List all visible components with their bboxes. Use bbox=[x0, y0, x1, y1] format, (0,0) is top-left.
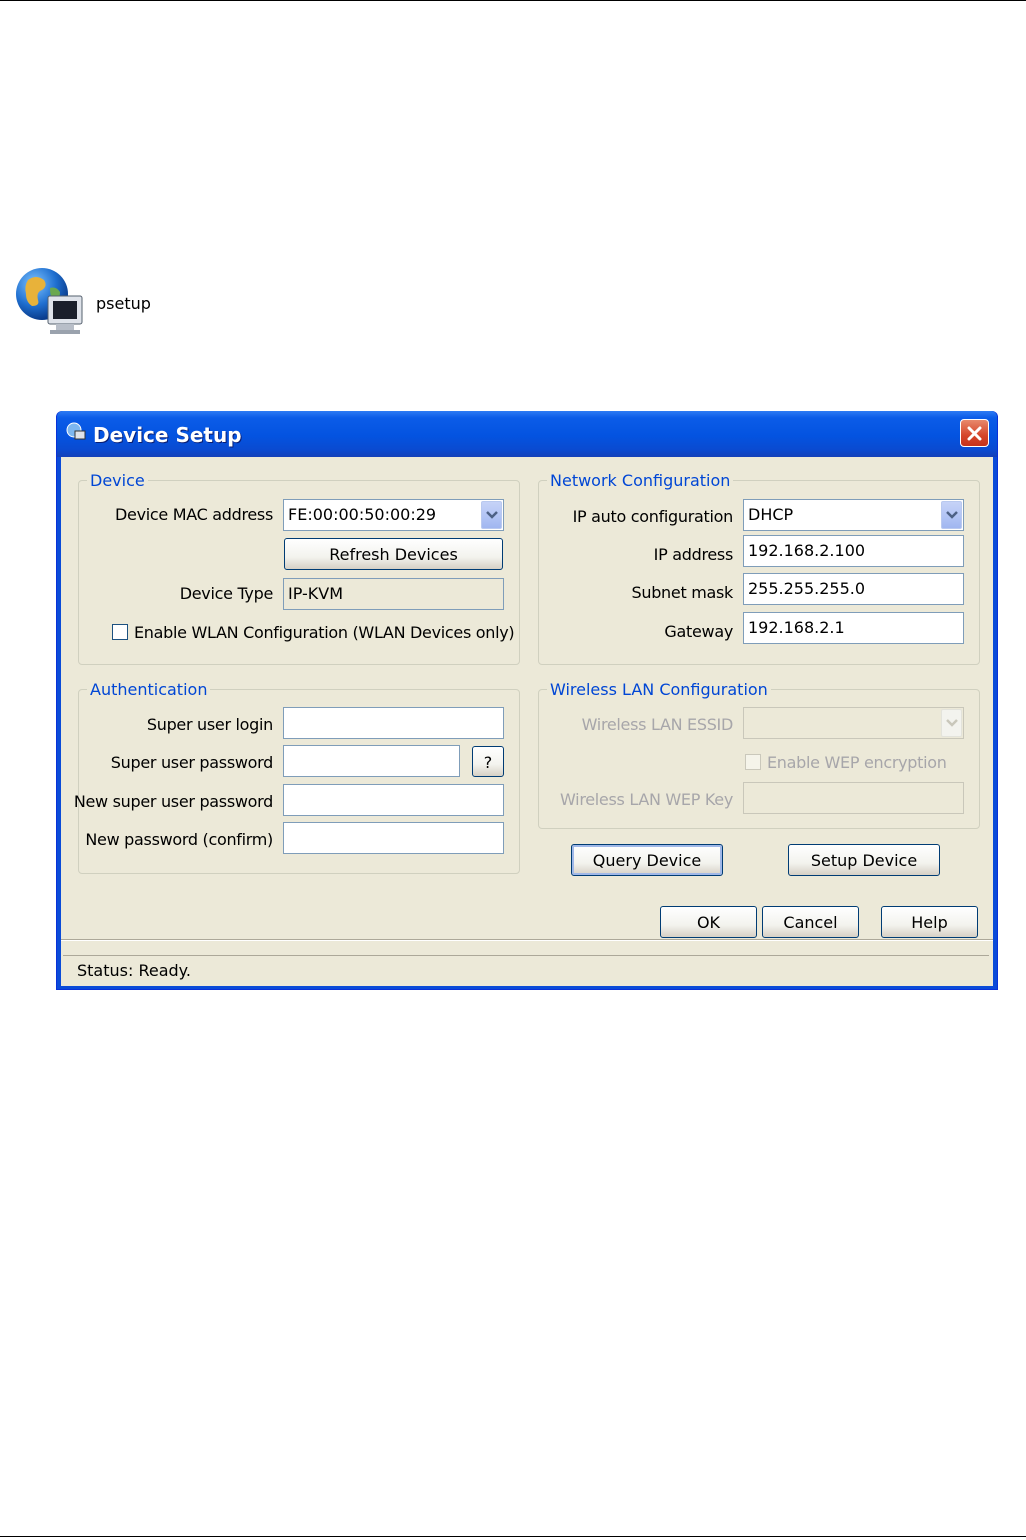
device-type-label: Device Type bbox=[179, 584, 274, 603]
wep-checkbox-label[interactable]: Enable WEP encryption bbox=[767, 753, 947, 772]
super-user-login-input[interactable] bbox=[283, 707, 504, 739]
ip-address-input[interactable]: 192.168.2.100 bbox=[743, 535, 964, 567]
device-setup-window: Device Setup Device Device MAC address F… bbox=[56, 411, 998, 990]
ok-button[interactable]: OK bbox=[660, 906, 757, 938]
device-type-field: IP-KVM bbox=[283, 578, 504, 610]
new-password-label: New super user password bbox=[73, 792, 273, 811]
wep-checkbox[interactable] bbox=[745, 754, 761, 770]
network-group-legend: Network Configuration bbox=[550, 471, 731, 490]
close-icon bbox=[967, 426, 982, 441]
wlan-checkbox-label[interactable]: Enable WLAN Configuration (WLAN Devices … bbox=[134, 623, 515, 642]
new-password-input[interactable] bbox=[283, 784, 504, 816]
ip-auto-select[interactable]: DHCP bbox=[743, 499, 964, 531]
mac-label: Device MAC address bbox=[115, 505, 273, 524]
help-button[interactable]: Help bbox=[881, 906, 978, 938]
bottom-rule bbox=[0, 1536, 1026, 1537]
chevron-down-icon bbox=[486, 511, 498, 519]
subnet-mask-label: Subnet mask bbox=[631, 583, 734, 602]
ip-auto-label: IP auto configuration bbox=[572, 507, 734, 526]
status-bar: Status: Ready. bbox=[63, 955, 989, 985]
ip-auto-value: DHCP bbox=[748, 505, 794, 524]
password-help-button[interactable]: ? bbox=[472, 746, 504, 777]
wep-key-label: Wireless LAN WEP Key bbox=[560, 790, 733, 809]
shortcut-label: psetup bbox=[96, 294, 151, 313]
device-group-legend: Device bbox=[90, 471, 145, 490]
super-user-password-label: Super user password bbox=[110, 753, 274, 772]
super-user-password-input[interactable] bbox=[283, 745, 460, 777]
query-device-button[interactable]: Query Device bbox=[571, 844, 723, 876]
mac-select-value: FE:00:00:50:00:29 bbox=[288, 505, 437, 524]
ip-auto-dropdown-arrow[interactable] bbox=[941, 501, 962, 529]
subnet-mask-input[interactable]: 255.255.255.0 bbox=[743, 573, 964, 605]
super-user-login-label: Super user login bbox=[146, 715, 273, 734]
top-rule bbox=[0, 0, 1026, 1]
title-bar[interactable]: Device Setup bbox=[57, 411, 997, 457]
essid-label: Wireless LAN ESSID bbox=[581, 715, 734, 734]
mac-select[interactable]: FE:00:00:50:00:29 bbox=[283, 499, 504, 531]
chevron-down-icon bbox=[946, 719, 958, 727]
confirm-password-label: New password (confirm) bbox=[85, 830, 273, 849]
dialog-body: Device Device MAC address FE:00:00:50:00… bbox=[61, 457, 993, 986]
globe-monitor-icon bbox=[16, 268, 83, 334]
refresh-devices-button[interactable]: Refresh Devices bbox=[284, 538, 503, 570]
app-icon bbox=[66, 422, 86, 440]
psetup-shortcut[interactable]: psetup bbox=[14, 266, 164, 346]
essid-select[interactable] bbox=[743, 707, 964, 739]
setup-device-button[interactable]: Setup Device bbox=[788, 844, 940, 876]
ip-address-label: IP address bbox=[653, 545, 734, 564]
cancel-button[interactable]: Cancel bbox=[762, 906, 859, 938]
confirm-password-input[interactable] bbox=[283, 822, 504, 854]
close-button[interactable] bbox=[960, 419, 989, 447]
gateway-input[interactable]: 192.168.2.1 bbox=[743, 612, 964, 644]
gateway-label: Gateway bbox=[664, 622, 733, 641]
essid-dropdown-arrow[interactable] bbox=[941, 709, 962, 737]
mac-dropdown-arrow[interactable] bbox=[481, 501, 502, 529]
wlan-checkbox[interactable] bbox=[112, 624, 128, 640]
chevron-down-icon bbox=[946, 511, 958, 519]
wep-key-input[interactable] bbox=[743, 782, 964, 814]
wireless-group-legend: Wireless LAN Configuration bbox=[550, 680, 768, 699]
button-separator bbox=[61, 939, 993, 941]
window-title: Device Setup bbox=[93, 423, 242, 447]
authentication-group-legend: Authentication bbox=[90, 680, 208, 699]
